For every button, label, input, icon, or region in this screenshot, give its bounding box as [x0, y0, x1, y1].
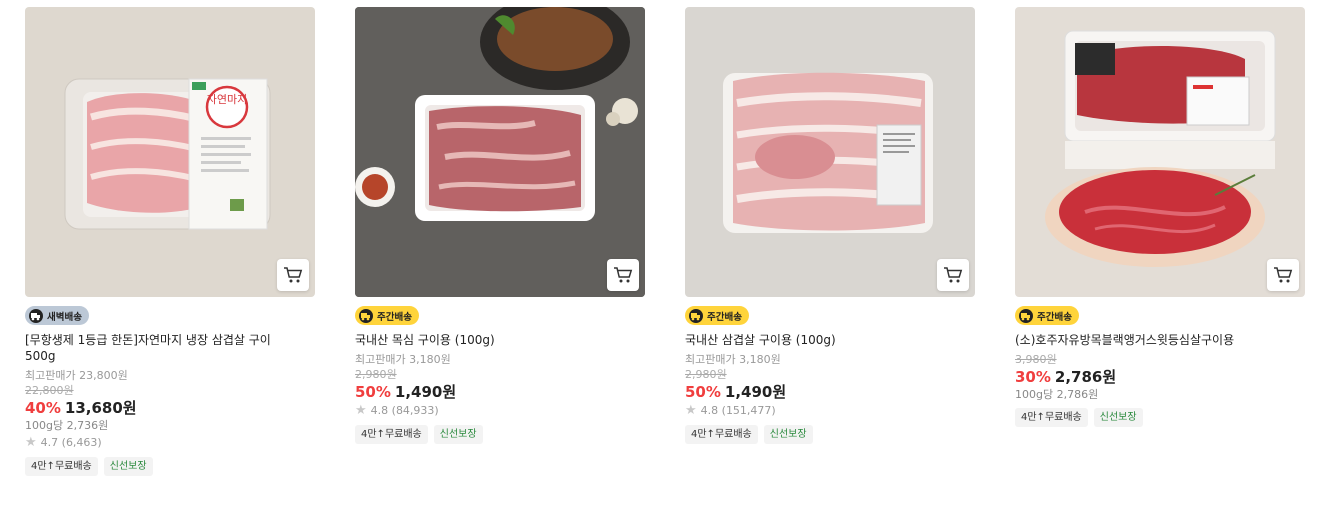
shipping-label: 주간배송 [707, 311, 742, 323]
rating: ★ 4.8 (151,477) [685, 402, 975, 420]
rating-text: 4.8 (151,477) [700, 404, 776, 417]
truck-icon [359, 308, 373, 323]
sale-price: 1,490원 [724, 383, 787, 401]
free-shipping-tag: 4만↑무료배송 [685, 425, 758, 444]
rating: ★ 4.8 (84,933) [355, 402, 645, 420]
cart-icon [614, 267, 633, 283]
add-to-cart-button[interactable] [937, 259, 969, 291]
unit-price: 100g당 2,736원 [25, 419, 109, 432]
add-to-cart-button[interactable] [1267, 259, 1299, 291]
product-card[interactable]: 주간배송 (소)호주자유방목블랙앵거스윗등심살구이용 3,980원 30% 2,7… [1015, 7, 1305, 427]
shipping-badge: 새벽배송 [25, 306, 89, 325]
add-to-cart-button[interactable] [277, 259, 309, 291]
max-price: 최고판매가 3,180원 [685, 353, 781, 366]
rating: ★ 4.7 (6,463) [25, 434, 315, 452]
free-shipping-tag: 4만↑무료배송 [355, 425, 428, 444]
product-name[interactable]: (소)호주자유방목블랙앵거스윗등심살구이용 [1015, 332, 1295, 348]
cart-icon [1274, 267, 1293, 283]
sale-price: 1,490원 [394, 383, 457, 401]
star-icon: ★ [355, 403, 367, 418]
product-image[interactable] [1015, 7, 1305, 297]
product-card[interactable]: 자연마지 새벽배송 [무항생제 1등급 한돈]자연마지 냉장 삼겹살 구이 50… [25, 7, 315, 476]
fresh-guarantee-tag: 신선보장 [433, 425, 483, 444]
discount-rate: 50% [685, 383, 721, 401]
product-image[interactable]: 자연마지 [25, 7, 315, 297]
max-price: 최고판매가 3,180원 [355, 353, 451, 366]
truck-icon [689, 308, 703, 323]
add-to-cart-button[interactable] [607, 259, 639, 291]
max-price: 최고판매가 23,800원 [25, 369, 128, 382]
free-shipping-tag: 4만↑무료배송 [25, 457, 98, 476]
cart-icon [284, 267, 303, 283]
original-price: 3,980원 [1015, 353, 1057, 366]
shipping-label: 주간배송 [377, 311, 412, 323]
product-image[interactable] [355, 7, 645, 297]
product-name[interactable]: [무항생제 1등급 한돈]자연마지 냉장 삼겹살 구이 500g [25, 332, 305, 364]
original-price: 2,980원 [355, 368, 397, 381]
product-name[interactable]: 국내산 삼겹살 구이용 (100g) [685, 332, 965, 348]
sale-price: 2,786원 [1054, 368, 1117, 386]
sale-price: 13,680원 [64, 399, 137, 417]
original-price: 22,800원 [25, 384, 74, 397]
truck-icon [29, 308, 43, 323]
rating-text: 4.7 (6,463) [40, 436, 102, 449]
original-price: 2,980원 [685, 368, 727, 381]
free-shipping-tag: 4만↑무료배송 [1015, 408, 1088, 427]
unit-price: 100g당 2,786원 [1015, 388, 1099, 401]
discount-rate: 40% [25, 399, 61, 417]
rating-text: 4.8 (84,933) [370, 404, 439, 417]
fresh-guarantee-tag: 신선보장 [103, 457, 153, 476]
cart-icon [944, 267, 963, 283]
package-label: 자연마지 [207, 93, 247, 106]
shipping-badge: 주간배송 [685, 306, 749, 325]
star-icon: ★ [685, 403, 697, 418]
fresh-guarantee-tag: 신선보장 [763, 425, 813, 444]
discount-rate: 30% [1015, 368, 1051, 386]
product-card[interactable]: 주간배송 국내산 목심 구이용 (100g) 최고판매가 3,180원 2,98… [355, 7, 645, 444]
shipping-label: 주간배송 [1037, 311, 1072, 323]
star-icon: ★ [25, 435, 37, 450]
product-name[interactable]: 국내산 목심 구이용 (100g) [355, 332, 635, 348]
discount-rate: 50% [355, 383, 391, 401]
product-image[interactable] [685, 7, 975, 297]
fresh-guarantee-tag: 신선보장 [1093, 408, 1143, 427]
shipping-badge: 주간배송 [1015, 306, 1079, 325]
shipping-badge: 주간배송 [355, 306, 419, 325]
product-card[interactable]: 주간배송 국내산 삼겹살 구이용 (100g) 최고판매가 3,180원 2,9… [685, 7, 975, 444]
shipping-label: 새벽배송 [47, 311, 82, 323]
truck-icon [1019, 308, 1033, 323]
